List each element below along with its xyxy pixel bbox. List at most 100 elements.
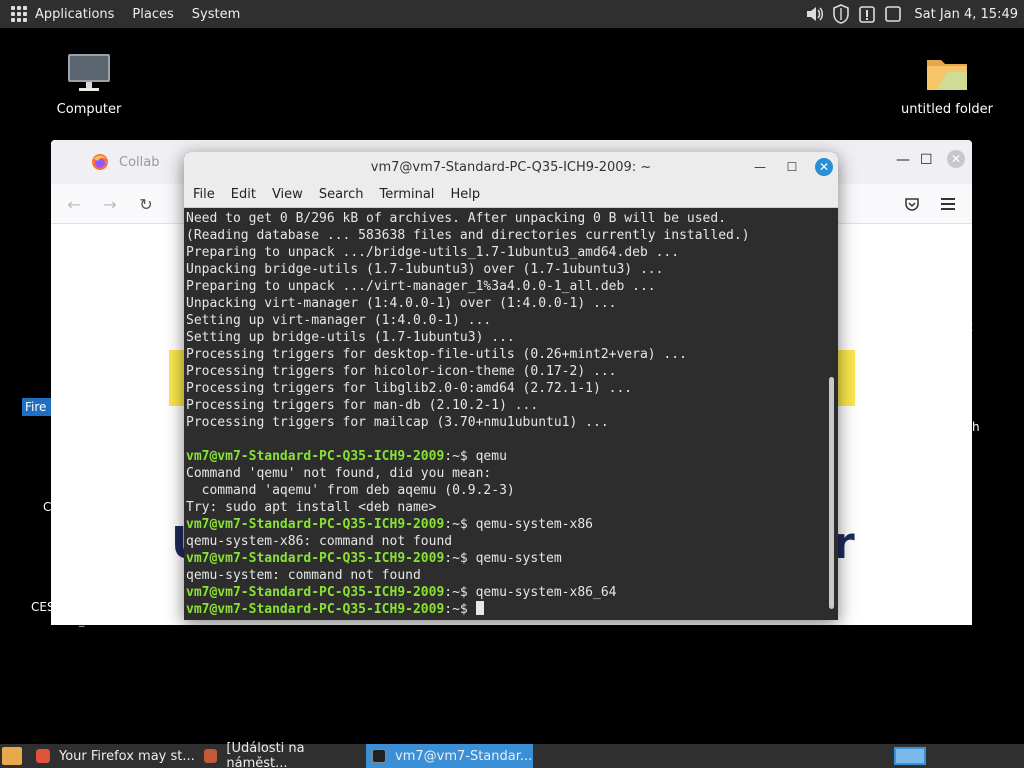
menu-system[interactable]: System: [192, 7, 240, 22]
menu-applications[interactable]: Applications: [35, 7, 114, 22]
taskbar-item-label: vm7@vm7-Standar...: [395, 748, 533, 764]
terminal-prompt-line: vm7@vm7-Standard-PC-Q35-ICH9-2009:~$ qem…: [186, 550, 826, 567]
top-panel: Applications Places System Sat Jan 4, 15…: [0, 0, 1024, 28]
show-desktop-icon[interactable]: [2, 747, 22, 765]
terminal-line: Try: sudo apt install <deb name>: [186, 499, 826, 516]
firefox-tab-title: Collab: [119, 154, 160, 170]
output-text: Preparing to unpack .../virt-manager_1%3…: [186, 279, 656, 294]
desktop-icon-label-partial: h: [972, 420, 980, 434]
prompt-user-host: vm7@vm7-Standard-PC-Q35-ICH9-2009: [186, 517, 445, 532]
update-manager-icon[interactable]: [856, 3, 878, 25]
shield-icon[interactable]: [830, 3, 852, 25]
folder-icon: [927, 60, 967, 90]
desktop: Applications Places System Sat Jan 4, 15…: [0, 0, 1024, 768]
command-text: qemu-system-x86: [475, 517, 593, 532]
taskbar-item-label: [Události na náměst...: [226, 741, 305, 768]
computer-icon: [68, 54, 110, 91]
terminal-line: Unpacking bridge-utils (1.7-1ubuntu3) ov…: [186, 261, 826, 278]
close-icon[interactable]: ✕: [815, 158, 833, 176]
terminal-prompt-line: vm7@vm7-Standard-PC-Q35-ICH9-2009:~$: [186, 601, 826, 618]
minimize-icon[interactable]: —: [751, 158, 769, 176]
terminal-prompt-line: vm7@vm7-Standard-PC-Q35-ICH9-2009:~$ qem…: [186, 516, 826, 533]
menu-terminal[interactable]: Terminal: [379, 187, 434, 202]
terminal-output[interactable]: Need to get 0 B/296 kB of archives. Afte…: [184, 208, 826, 620]
terminal-prompt-line: vm7@vm7-Standard-PC-Q35-ICH9-2009:~$ qem…: [186, 584, 826, 601]
menu-help[interactable]: Help: [450, 187, 480, 202]
terminal-title: vm7@vm7-Standard-PC-Q35-ICH9-2009: ~: [370, 159, 652, 175]
output-text: Unpacking bridge-utils (1.7-1ubuntu3) ov…: [186, 262, 664, 277]
taskbar-item-terminal[interactable]: vm7@vm7-Standar...: [366, 744, 533, 768]
maximize-icon[interactable]: ☐: [783, 158, 801, 176]
command-text: qemu-system: [475, 551, 562, 566]
output-text: command 'aqemu' from deb aqemu (0.9.2-3): [186, 483, 515, 498]
system-tray: Sat Jan 4, 15:49: [804, 0, 1024, 28]
taskbar-item-firefox[interactable]: Your Firefox may st...: [30, 744, 195, 768]
output-text: Processing triggers for hicolor-icon-the…: [186, 364, 617, 379]
menu-view[interactable]: View: [272, 187, 303, 202]
prompt-suffix: :~$: [444, 602, 476, 617]
workspace-switcher-icon[interactable]: [894, 747, 926, 765]
terminal-titlebar[interactable]: vm7@vm7-Standard-PC-Q35-ICH9-2009: ~ — ☐…: [184, 152, 838, 182]
taskbar-item-label: Your Firefox may st...: [59, 748, 195, 764]
terminal-menubar: File Edit View Search Terminal Help: [184, 182, 838, 208]
terminal-line: Processing triggers for desktop-file-uti…: [186, 346, 826, 363]
output-text: Command 'qemu' not found, did you mean:: [186, 466, 492, 481]
forward-arrow-icon[interactable]: →: [99, 194, 121, 214]
terminal-line: Processing triggers for libglib2.0-0:amd…: [186, 380, 826, 397]
terminal-line: Need to get 0 B/296 kB of archives. Afte…: [186, 210, 826, 227]
terminal-scrollbar[interactable]: [828, 212, 836, 612]
terminal-line: Preparing to unpack .../virt-manager_1%3…: [186, 278, 826, 295]
terminal-line: Processing triggers for mailcap (3.70+nm…: [186, 414, 826, 431]
taskbar-item-udalosti[interactable]: [Události na náměst...: [198, 741, 364, 768]
clock[interactable]: Sat Jan 4, 15:49: [914, 7, 1018, 22]
output-text: qemu-system-x86: command not found: [186, 534, 453, 549]
pocket-icon[interactable]: [901, 194, 923, 214]
desktop-icon-label: untitled folder: [900, 102, 993, 117]
terminal-line: Processing triggers for hicolor-icon-the…: [186, 363, 826, 380]
terminal-line: Command 'qemu' not found, did you mean:: [186, 465, 826, 482]
desktop-icon-computer[interactable]: Computer: [39, 52, 139, 117]
terminal-window[interactable]: vm7@vm7-Standard-PC-Q35-ICH9-2009: ~ — ☐…: [184, 152, 838, 620]
output-text: Try: sudo apt install <deb name>: [186, 500, 437, 515]
applications-grid-icon[interactable]: [11, 6, 27, 22]
firefox-close-button[interactable]: ✕: [947, 150, 965, 168]
firefox-minimize-button[interactable]: —: [896, 152, 910, 168]
battery-icon[interactable]: [882, 3, 904, 25]
desktop-icon-firefox-partial[interactable]: Fire: [22, 398, 51, 416]
command-text: qemu-system-x86_64: [475, 585, 617, 600]
firefox-task-icon: [36, 749, 50, 763]
desktop-icon-untitled-folder[interactable]: untitled folder: [897, 52, 997, 117]
menu-places[interactable]: Places: [132, 7, 173, 22]
terminal-line: Processing triggers for man-db (2.10.2-1…: [186, 397, 826, 414]
bottom-panel: Your Firefox may st... [Události na námě…: [0, 741, 1024, 768]
output-text: (Reading database ... 583638 files and d…: [186, 228, 750, 243]
reload-icon[interactable]: ↻: [135, 194, 157, 214]
desktop-icon-label: Computer: [56, 102, 122, 117]
prompt-suffix: :~$: [444, 585, 476, 600]
prompt-user-host: vm7@vm7-Standard-PC-Q35-ICH9-2009: [186, 602, 445, 617]
back-arrow-icon[interactable]: ←: [63, 194, 85, 214]
terminal-line: qemu-system-x86: command not found: [186, 533, 826, 550]
output-text: Processing triggers for mailcap (3.70+nm…: [186, 415, 609, 430]
output-text: qemu-system: command not found: [186, 568, 421, 583]
firefox-maximize-button[interactable]: ☐: [920, 152, 933, 168]
output-text: Preparing to unpack .../bridge-utils_1.7…: [186, 245, 680, 260]
prompt-suffix: :~$: [444, 517, 476, 532]
output-text: Need to get 0 B/296 kB of archives. Afte…: [186, 211, 727, 226]
terminal-scrollbar-thumb[interactable]: [829, 377, 834, 609]
output-text: Processing triggers for desktop-file-uti…: [186, 347, 687, 362]
menu-search[interactable]: Search: [319, 187, 364, 202]
output-text: Setting up virt-manager (1:4.0.0-1) ...: [186, 313, 492, 328]
terminal-prompt-line: vm7@vm7-Standard-PC-Q35-ICH9-2009:~$ qem…: [186, 448, 826, 465]
terminal-line: command 'aqemu' from deb aqemu (0.9.2-3): [186, 482, 826, 499]
volume-icon[interactable]: [804, 3, 826, 25]
menu-file[interactable]: File: [193, 187, 215, 202]
prompt-suffix: :~$: [444, 551, 476, 566]
hamburger-menu-icon[interactable]: [937, 194, 959, 214]
output-text: Setting up bridge-utils (1.7-1ubuntu3) .…: [186, 330, 515, 345]
menu-edit[interactable]: Edit: [231, 187, 256, 202]
terminal-line: Setting up virt-manager (1:4.0.0-1) ...: [186, 312, 826, 329]
terminal-line: Unpacking virt-manager (1:4.0.0-1) over …: [186, 295, 826, 312]
command-text: qemu: [475, 449, 507, 464]
